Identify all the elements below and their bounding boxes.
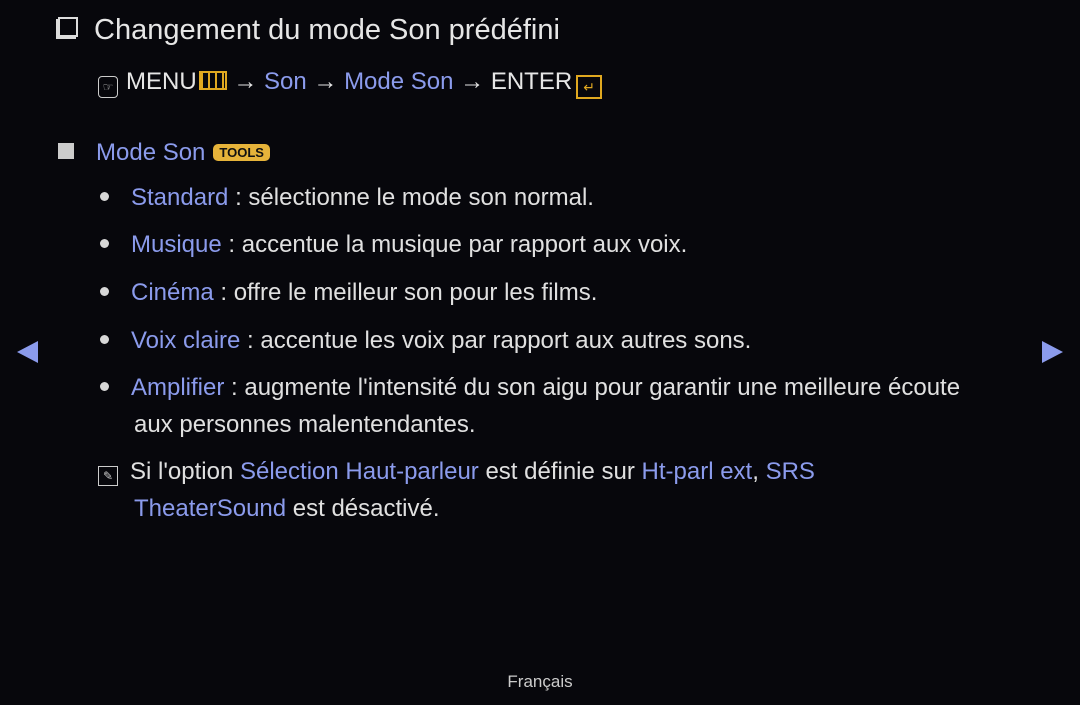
enter-icon: ↵ bbox=[576, 75, 603, 99]
square-bullet-icon bbox=[58, 143, 74, 159]
path-mode-son: Mode Son bbox=[344, 68, 454, 95]
remote-hand-icon: ☞ bbox=[98, 76, 118, 98]
path-son: Son bbox=[264, 68, 307, 95]
previous-page-arrow-icon[interactable] bbox=[17, 341, 38, 363]
note: ✎ Si l'option Sélection Haut-parleur est … bbox=[98, 458, 815, 486]
tools-badge: TOOLS bbox=[213, 144, 270, 161]
checkbox-icon bbox=[58, 17, 78, 37]
list-item: Voix claire : accentue les voix par rapp… bbox=[100, 327, 751, 355]
note-continuation: TheaterSound est désactivé. bbox=[134, 495, 440, 522]
bullet-icon bbox=[100, 335, 109, 344]
list-item: Standard : sélectionne le mode son norma… bbox=[100, 184, 594, 212]
list-item: Cinéma : offre le meilleur son pour les … bbox=[100, 279, 597, 307]
list-item-continuation: aux personnes malentendantes. bbox=[134, 411, 476, 438]
bullet-icon bbox=[100, 287, 109, 296]
bullet-icon bbox=[100, 382, 109, 391]
bullet-icon bbox=[100, 239, 109, 248]
menu-icon bbox=[198, 71, 227, 90]
menu-path: ☞ MENU → Son → Mode Son → ENTER ↵ bbox=[98, 68, 603, 99]
list-item: Musique : accentue la musique par rappor… bbox=[100, 231, 687, 259]
list-item: Amplifier : augmente l'intensité du son … bbox=[100, 374, 960, 402]
next-page-arrow-icon[interactable] bbox=[1042, 341, 1063, 363]
footer-language: Français bbox=[507, 672, 573, 691]
note-icon: ✎ bbox=[98, 466, 118, 486]
section-heading: Mode Son TOOLS bbox=[58, 139, 270, 167]
page-title: Changement du mode Son prédéfini bbox=[58, 14, 560, 47]
bullet-icon bbox=[100, 192, 109, 201]
